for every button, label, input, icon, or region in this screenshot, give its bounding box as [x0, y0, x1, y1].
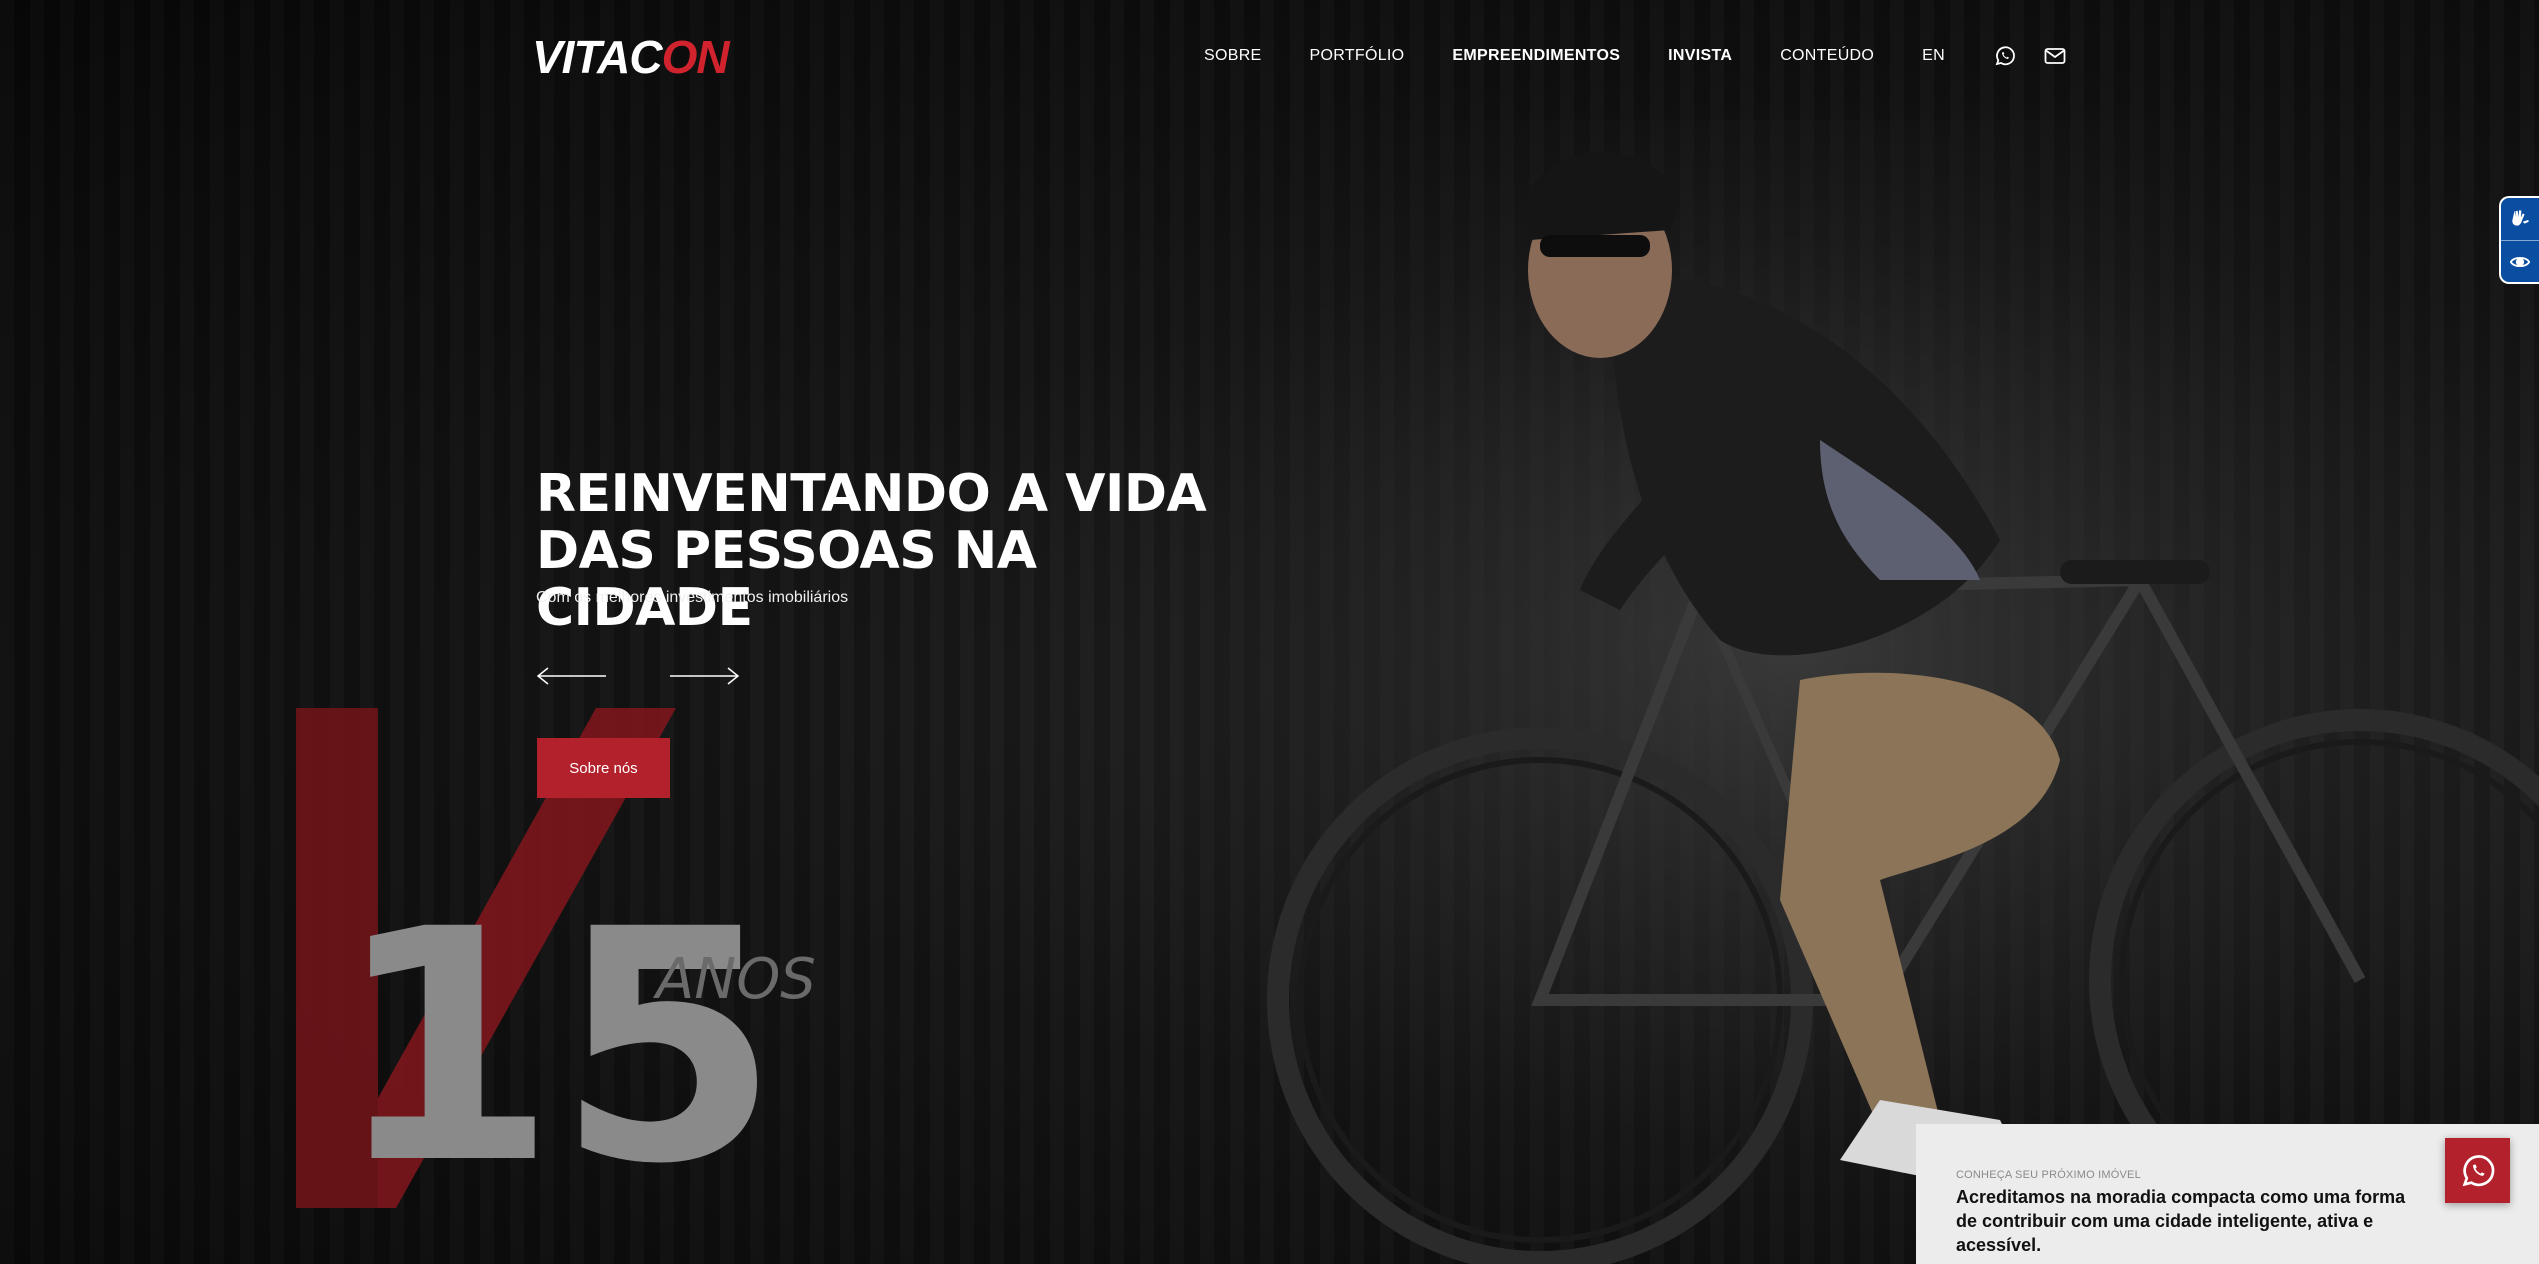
- main-nav: SOBRE PORTFÓLIO EMPREENDIMENTOS INVISTA …: [1204, 44, 2067, 68]
- language-switch-en[interactable]: EN: [1922, 47, 1945, 65]
- prev-slide-arrow-icon[interactable]: [536, 664, 608, 688]
- site-header: VITACON SOBRE PORTFÓLIO EMPREENDIMENTOS …: [0, 0, 2539, 112]
- hero-title-line1: REINVENTANDO A VIDA: [536, 464, 1207, 524]
- whatsapp-icon[interactable]: [1993, 44, 2017, 68]
- nav-item-sobre[interactable]: SOBRE: [1204, 47, 1262, 65]
- mail-icon[interactable]: [2043, 44, 2067, 68]
- nav-item-empreendimentos[interactable]: EMPREENDIMENTOS: [1452, 47, 1620, 65]
- logo-text-red: ON: [661, 31, 730, 83]
- about-us-button[interactable]: Sobre nós: [537, 738, 670, 798]
- logo[interactable]: VITACON: [532, 31, 730, 83]
- nav-item-portfolio[interactable]: PORTFÓLIO: [1310, 47, 1405, 65]
- sign-language-icon[interactable]: [2501, 198, 2539, 240]
- promo-eyebrow: CONHEÇA SEU PRÓXIMO IMÓVEL: [1956, 1169, 2141, 1181]
- eye-icon[interactable]: [2501, 240, 2539, 282]
- next-slide-arrow-icon[interactable]: [668, 664, 740, 688]
- hero-title-line2: DAS PESSOAS NA CIDADE: [536, 521, 1037, 638]
- accessibility-tabs: [2499, 196, 2539, 284]
- hero-subtitle: Com os melhores investimentos imobiliári…: [536, 589, 849, 606]
- badge-number: 15: [334, 862, 779, 1208]
- hero-title: REINVENTANDO A VIDA DAS PESSOAS NA CIDAD…: [536, 466, 1236, 637]
- badge-label: ANOS: [653, 947, 816, 1012]
- floating-whatsapp-button[interactable]: [2445, 1138, 2510, 1203]
- promo-message: Acreditamos na moradia compacta como uma…: [1956, 1187, 2406, 1255]
- nav-item-conteudo[interactable]: CONTEÚDO: [1780, 47, 1874, 65]
- slider-controls: [536, 664, 740, 688]
- hero-photo-cyclist: [1180, 120, 2539, 1264]
- nav-item-invista[interactable]: INVISTA: [1668, 47, 1732, 65]
- whatsapp-icon: [2462, 1154, 2494, 1186]
- logo-text-white: VITAC: [532, 31, 663, 83]
